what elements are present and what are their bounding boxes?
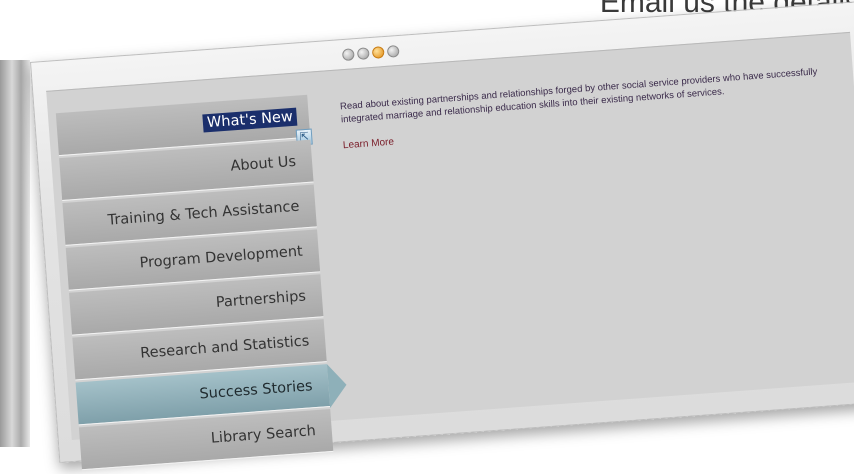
- feature-description: Read about existing partnerships and rel…: [339, 66, 818, 126]
- nav-item-label: About Us: [229, 153, 297, 175]
- nav-item-label: Success Stories: [199, 378, 314, 403]
- carousel-dot-active[interactable]: [371, 46, 385, 59]
- feature-content: Read about existing partnerships and rel…: [340, 62, 854, 153]
- nav-item-label: Training & Tech Assistance: [107, 198, 300, 229]
- carousel-dot[interactable]: [341, 48, 355, 62]
- background-strip: [0, 60, 30, 447]
- nav-item-label: What's New: [202, 107, 298, 133]
- learn-more-link[interactable]: Learn More: [343, 137, 395, 152]
- carousel-dot[interactable]: [356, 47, 370, 60]
- nav-item-label: Program Development: [139, 243, 304, 272]
- section-nav: What's New ⇱ About Us Training & Tech As…: [55, 94, 334, 472]
- carousel-dot[interactable]: [386, 44, 400, 58]
- panel-body: What's New ⇱ About Us Training & Tech As…: [46, 31, 854, 471]
- nav-item-label: Library Search: [210, 423, 317, 447]
- nav-item-label: Research and Statistics: [139, 333, 310, 362]
- nav-item-label: Partnerships: [215, 288, 307, 312]
- feature-panel: What's New ⇱ About Us Training & Tech As…: [30, 1, 854, 471]
